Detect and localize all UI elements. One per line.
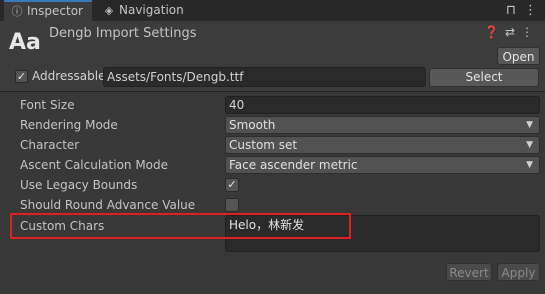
tab-bar-icons: ⊓ ⋮ xyxy=(498,3,537,18)
custom-chars-label: Custom Chars xyxy=(20,219,105,233)
rendering-mode-dropdown[interactable]: Smooth ▼ xyxy=(225,116,540,134)
character-dropdown[interactable]: Custom set ▼ xyxy=(225,136,540,154)
character-label: Character xyxy=(20,138,80,152)
tab-navigation[interactable]: ◈ Navigation xyxy=(96,0,196,21)
open-button[interactable]: Open xyxy=(497,47,540,65)
ascent-mode-dropdown[interactable]: Face ascender metric ▼ xyxy=(225,156,540,174)
font-size-label: Font Size xyxy=(20,98,75,112)
legacy-bounds-checkbox[interactable]: ✓ xyxy=(225,178,239,192)
revert-button[interactable]: Revert xyxy=(446,263,492,281)
tab-inspector-label: Inspector xyxy=(27,4,83,18)
ascent-mode-value: Face ascender metric xyxy=(229,158,358,172)
font-asset-icon: Aa xyxy=(9,30,41,55)
help-icon[interactable]: ❓ xyxy=(484,25,499,39)
custom-chars-input[interactable]: Helo，林新发 xyxy=(225,215,540,252)
tab-inspector[interactable]: ⓘ Inspector xyxy=(4,0,92,21)
address-field[interactable]: Assets/Fonts/Dengb.ttf xyxy=(103,67,426,87)
kebab-menu-icon[interactable]: ⋮ xyxy=(521,25,533,39)
ascent-mode-label: Ascent Calculation Mode xyxy=(20,158,169,172)
rendering-mode-value: Smooth xyxy=(229,118,276,132)
tab-bar: ⓘ Inspector ◈ Navigation ⊓ ⋮ xyxy=(0,0,545,21)
character-value: Custom set xyxy=(229,138,298,152)
preset-icon[interactable]: ⇄ xyxy=(505,25,515,39)
chevron-down-icon: ▼ xyxy=(526,120,533,130)
navigation-icon: ◈ xyxy=(104,4,114,17)
round-advance-checkbox[interactable] xyxy=(225,198,239,212)
select-button[interactable]: Select xyxy=(429,68,539,87)
rendering-mode-label: Rendering Mode xyxy=(20,118,118,132)
addressable-checkbox[interactable]: ✓ xyxy=(15,70,28,83)
info-icon: ⓘ xyxy=(11,5,23,18)
header-icons: ❓ ⇄ ⋮ xyxy=(478,25,533,39)
round-advance-label: Should Round Advance Value xyxy=(20,198,196,212)
asset-title: Dengb Import Settings xyxy=(49,26,197,41)
tab-navigation-label: Navigation xyxy=(119,3,184,17)
chevron-down-icon: ▼ xyxy=(526,160,533,170)
font-size-input[interactable]: 40 xyxy=(225,96,540,114)
chevron-down-icon: ▼ xyxy=(526,140,533,150)
kebab-menu-icon[interactable]: ⋮ xyxy=(524,3,537,18)
apply-button[interactable]: Apply xyxy=(497,263,540,281)
lock-icon[interactable]: ⊓ xyxy=(506,3,516,18)
legacy-bounds-label: Use Legacy Bounds xyxy=(20,178,138,192)
addressable-label: Addressable xyxy=(32,69,106,83)
divider xyxy=(0,91,545,92)
